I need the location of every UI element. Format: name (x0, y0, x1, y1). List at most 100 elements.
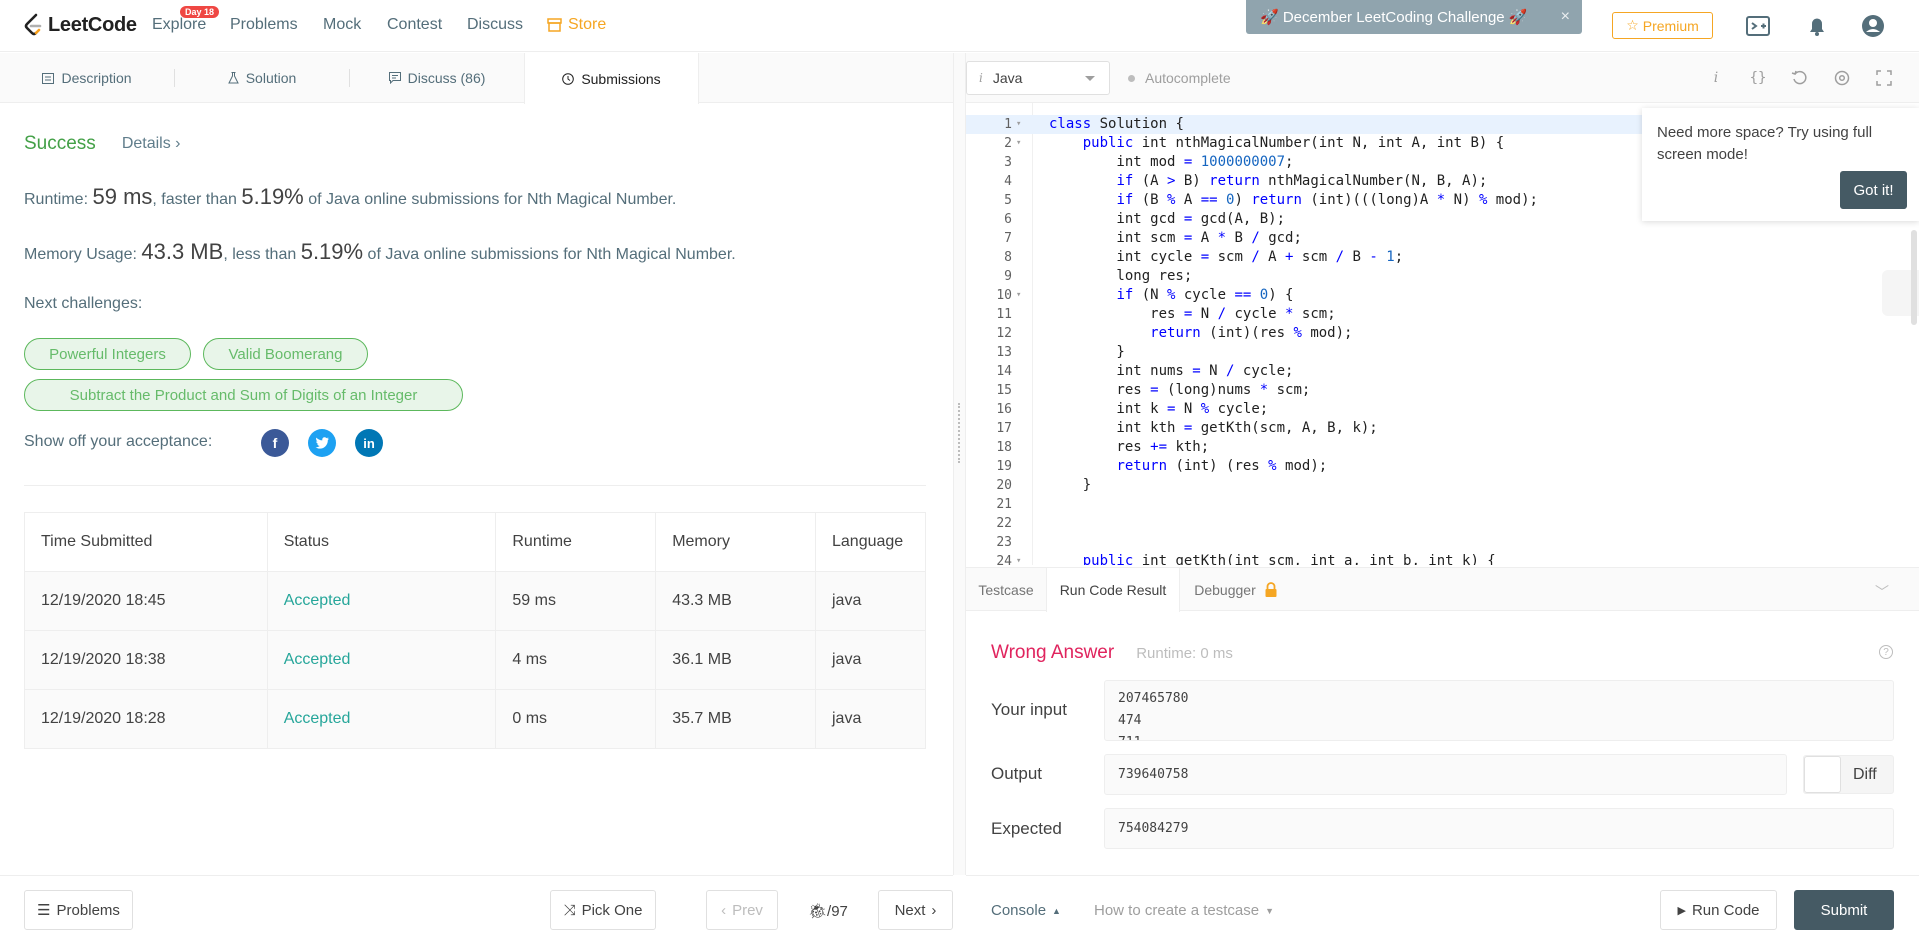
fullscreen-tooltip: Need more space? Try using full screen m… (1642, 108, 1919, 221)
prev-label: Prev (732, 901, 763, 919)
runtime-value: 59 ms (92, 184, 153, 209)
cell-language: java (815, 630, 926, 690)
fullscreen-icon[interactable] (1874, 68, 1894, 88)
avatar-icon[interactable] (1860, 13, 1886, 39)
problems-button[interactable]: ☰ Problems (24, 890, 133, 930)
nav-contest[interactable]: Contest (387, 16, 442, 34)
info-icon: i (979, 71, 983, 85)
memory-value: 43.3 MB (141, 239, 224, 264)
challenge-chip-label: Subtract the Product and Sum of Digits o… (69, 386, 418, 404)
cell-memory: 36.1 MB (655, 630, 816, 690)
tab-solution[interactable]: Solution (175, 53, 349, 103)
got-it-button[interactable]: Got it! (1840, 171, 1907, 209)
run-result-header: Wrong Answer Runtime: 0 ms (991, 642, 1233, 664)
col-time-submitted[interactable]: Time Submitted (24, 512, 268, 572)
playground-icon[interactable] (1745, 13, 1771, 39)
cell-time: 12/19/2020 18:28 (24, 689, 268, 749)
cell-status-link[interactable]: Accepted (266, 571, 497, 631)
col-runtime[interactable]: Runtime (495, 512, 657, 572)
runtime-label: Runtime: (24, 191, 89, 208)
problem-tabs: Description Solution Discuss (86) Submis… (0, 53, 953, 104)
challenge-banner[interactable]: 🚀 December LeetCoding Challenge 🚀 × (1246, 0, 1582, 34)
challenge-chip[interactable]: Subtract the Product and Sum of Digits o… (24, 379, 463, 411)
reset-icon[interactable] (1790, 68, 1810, 88)
memory-percent: 5.19% (300, 239, 364, 264)
tab-submissions-label: Submissions (581, 70, 661, 87)
info-icon[interactable]: i (1706, 68, 1726, 88)
nav-explore[interactable]: Explore (152, 16, 206, 34)
table-row: 12/19/2020 18:45 Accepted 59 ms 43.3 MB … (24, 571, 926, 631)
autocomplete-toggle[interactable]: Autocomplete (1128, 70, 1231, 86)
cell-runtime: 59 ms (495, 571, 657, 631)
tab-description[interactable]: Description (0, 53, 174, 103)
submit-button[interactable]: Submit (1794, 890, 1894, 930)
table-row: 12/19/2020 18:28 Accepted 0 ms 35.7 MB j… (24, 689, 926, 749)
tab-submissions[interactable]: Submissions (524, 53, 699, 104)
runtime-percent: 5.19% (241, 184, 304, 209)
logo-text: LeetCode (48, 13, 137, 36)
twitter-icon[interactable] (308, 429, 336, 457)
nav-mock[interactable]: Mock (323, 16, 361, 34)
tab-run-code-result[interactable]: Run Code Result (1046, 568, 1180, 612)
output-label: Output (991, 764, 1043, 783)
caret-down-icon: ▼ (1265, 905, 1275, 916)
share-label: Show off your acceptance: (24, 433, 213, 450)
star-icon: ☆ (1626, 17, 1639, 33)
nav-discuss[interactable]: Discuss (467, 16, 523, 34)
store-icon (547, 18, 562, 32)
details-label: Details (121, 135, 171, 152)
facebook-icon[interactable]: f (261, 429, 289, 457)
challenge-chip-label: Valid Boomerang (228, 345, 343, 363)
premium-button[interactable]: ☆ Premium (1612, 12, 1713, 39)
col-language[interactable]: Language (815, 512, 926, 572)
leetcode-logo-icon (24, 13, 42, 36)
nav-store[interactable]: Store (547, 16, 606, 34)
tab-discuss[interactable]: Discuss (86) (350, 53, 524, 103)
tooltip-text: Need more space? Try using full screen m… (1657, 124, 1873, 163)
help-icon[interactable]: ? (1879, 645, 1893, 659)
your-input-box[interactable]: 207465780 474 711 (1104, 680, 1894, 741)
editor-scrollbar[interactable] (1911, 230, 1917, 325)
table-row: 12/19/2020 18:38 Accepted 4 ms 36.1 MB j… (24, 630, 926, 690)
nav-store-label: Store (568, 16, 607, 33)
chevron-down-icon[interactable]: ﹀ (1875, 582, 1889, 602)
diff-switch[interactable] (1804, 756, 1841, 793)
tab-testcase[interactable]: Testcase (966, 568, 1046, 612)
prev-button[interactable]: ‹ Prev (706, 890, 778, 930)
challenge-chip[interactable]: Valid Boomerang (203, 338, 368, 370)
braces-icon[interactable]: {} (1748, 68, 1768, 88)
col-status[interactable]: Status (266, 512, 497, 572)
nav-problems[interactable]: Problems (230, 16, 298, 34)
col-memory[interactable]: Memory (655, 512, 816, 572)
tab-debugger[interactable]: Debugger (1180, 568, 1292, 612)
challenge-chip[interactable]: Powerful Integers (24, 338, 191, 370)
cell-status-link[interactable]: Accepted (266, 689, 497, 749)
diff-toggle[interactable]: Diff (1803, 755, 1894, 794)
tab-solution-label: Solution (245, 70, 297, 86)
bell-icon[interactable] (1804, 13, 1830, 39)
discuss-icon (388, 72, 401, 84)
settings-icon[interactable] (1832, 68, 1852, 88)
details-link[interactable]: Details › (122, 135, 181, 153)
cell-status-link[interactable]: Accepted (266, 630, 497, 690)
diff-label: Diff (1853, 765, 1877, 783)
problem-pager[interactable]: 🐞︎/97 (808, 902, 848, 920)
chevron-right-icon: › (931, 901, 937, 919)
challenge-close-icon[interactable]: × (1561, 8, 1570, 26)
table-header-row: Time Submitted Status Runtime Memory Lan… (24, 512, 926, 572)
play-icon: ▶ (1677, 904, 1686, 917)
list-icon: ☰ (37, 902, 51, 919)
chevron-left-icon: ‹ (721, 901, 727, 919)
shuffle-icon: ⤨ (563, 901, 576, 919)
testcase-help-link[interactable]: How to create a testcase ▼ (1094, 902, 1274, 919)
pick-one-button[interactable]: ⤨ Pick One (550, 890, 656, 930)
panel-resize-handle[interactable] (953, 53, 966, 875)
linkedin-icon[interactable]: in (355, 429, 383, 457)
next-button[interactable]: Next › (878, 890, 953, 930)
autocomplete-dot-icon (1128, 74, 1135, 82)
output-box: 739640758 (1104, 754, 1787, 795)
console-toggle[interactable]: Console ▲ (991, 902, 1061, 919)
logo[interactable]: LeetCode (22, 12, 137, 38)
run-code-button[interactable]: ▶ Run Code (1660, 890, 1777, 930)
language-select[interactable]: i Java (966, 61, 1110, 95)
